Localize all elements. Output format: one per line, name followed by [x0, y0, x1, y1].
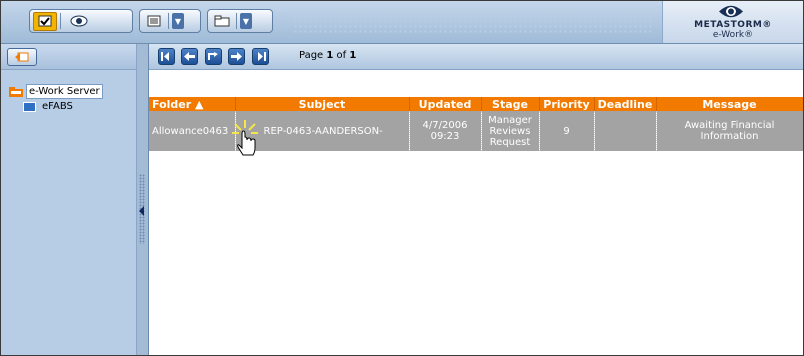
- cell-folder[interactable]: Allowance0463: [149, 111, 236, 151]
- arrow-left-icon: [184, 52, 195, 61]
- stage-line: Reviews: [489, 125, 531, 137]
- column-header-updated[interactable]: Updated: [409, 97, 482, 111]
- folder-button-group: ▼: [207, 9, 273, 33]
- hand-cursor-icon: [232, 120, 258, 156]
- cell-message[interactable]: Awaiting Financial Information: [656, 111, 803, 151]
- cell-updated[interactable]: 4/7/2006 09:23: [409, 111, 482, 151]
- list-view-button[interactable]: [143, 13, 165, 30]
- toolbar-separator: [60, 13, 61, 29]
- arrow-right-icon: [231, 52, 242, 61]
- cell-subject[interactable]: REP-0463-AANDERSON-: [235, 111, 410, 151]
- message-line: Information: [700, 131, 759, 142]
- cell-stage[interactable]: Manager Reviews Request: [481, 111, 540, 151]
- tree-item-ework-server[interactable]: e-Work Server: [9, 84, 103, 99]
- first-page-icon: [161, 52, 169, 61]
- column-header-priority[interactable]: Priority: [539, 97, 595, 111]
- turn-arrow-icon: [208, 52, 218, 60]
- updated-time: 09:23: [430, 131, 460, 142]
- message-line: Awaiting Financial: [684, 120, 775, 131]
- metastorm-logo: METASTORM® e-Work®: [662, 1, 803, 43]
- folder-dropdown-button[interactable]: ▼: [240, 13, 252, 29]
- column-header-subject[interactable]: Subject: [235, 97, 410, 111]
- back-arrow-icon: [15, 52, 29, 62]
- total-pages: 1: [349, 50, 357, 61]
- page-indicator: Page 1 of 1: [299, 50, 356, 61]
- tree-item-label: e-Work Server: [26, 84, 103, 99]
- grid-header-row: Folder ▲ Subject Updated Stage Priority …: [149, 97, 803, 111]
- checkbox-icon: [38, 15, 52, 27]
- toolbar-separator: [168, 13, 169, 29]
- chevron-down-icon: ▼: [242, 16, 250, 26]
- page-of: of: [333, 50, 350, 61]
- folder-icon: [214, 15, 230, 27]
- first-page-button[interactable]: [158, 48, 175, 65]
- list-dropdown-button[interactable]: ▼: [172, 13, 184, 29]
- panel-splitter[interactable]: [136, 44, 149, 355]
- logo-eye-icon: [719, 5, 743, 18]
- tree-item-label: eFABS: [42, 101, 73, 112]
- eye-icon: [70, 15, 88, 27]
- left-panel-header: [1, 44, 136, 70]
- last-page-button[interactable]: [252, 48, 269, 65]
- left-panel: e-Work Server eFABS: [1, 44, 136, 355]
- app-window: ▼ ▼ METASTORM® e-Work® e-Work Server eFA…: [0, 0, 804, 356]
- next-page-button[interactable]: [228, 48, 245, 65]
- column-header-folder[interactable]: Folder ▲: [149, 97, 236, 111]
- column-header-deadline[interactable]: Deadline: [594, 97, 657, 111]
- stage-line: Manager: [488, 114, 532, 126]
- column-header-message[interactable]: Message: [656, 97, 803, 111]
- tree-item-efabs[interactable]: eFABS: [23, 100, 75, 113]
- column-header-stage[interactable]: Stage: [481, 97, 540, 111]
- logo-brand-text: METASTORM®: [694, 20, 772, 30]
- folder-button[interactable]: [211, 13, 233, 30]
- inbox-view-button[interactable]: [33, 11, 57, 31]
- previous-page-button[interactable]: [181, 48, 198, 65]
- refresh-button[interactable]: [205, 48, 222, 65]
- toolbar: ▼ ▼ METASTORM® e-Work®: [1, 1, 803, 44]
- list-icon: [147, 15, 161, 27]
- cell-deadline[interactable]: [594, 111, 657, 151]
- list-button-group: ▼: [139, 9, 201, 33]
- procedure-icon: [23, 101, 36, 112]
- page-prefix: Page: [299, 50, 327, 61]
- stage-line: Request: [489, 136, 531, 148]
- back-button[interactable]: [7, 48, 37, 66]
- toolbar-separator: [236, 13, 237, 29]
- updated-date: 4/7/2006: [422, 120, 468, 131]
- logo-product-text: e-Work®: [712, 30, 754, 40]
- chevron-down-icon: ▼: [174, 16, 182, 26]
- cell-priority[interactable]: 9: [539, 111, 595, 151]
- toolbar-texture: [293, 9, 653, 35]
- watch-view-button[interactable]: [64, 13, 94, 30]
- last-page-icon: [258, 52, 266, 61]
- view-toggle-group: [29, 9, 133, 33]
- collapse-left-icon[interactable]: [139, 206, 144, 216]
- pagination-bar: Page 1 of 1: [149, 44, 803, 70]
- server-folder-icon: [9, 86, 23, 97]
